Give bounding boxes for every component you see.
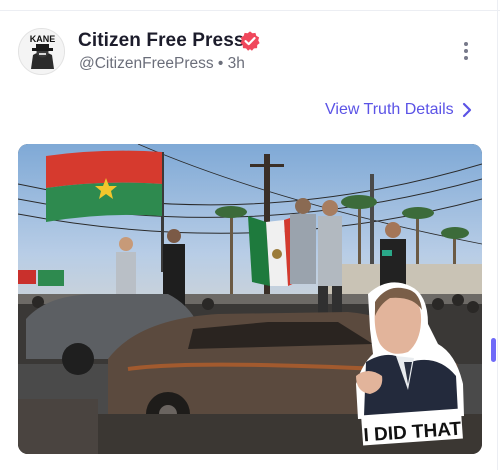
avatar[interactable]: KANE	[18, 28, 65, 75]
top-divider	[0, 10, 500, 11]
author-handle[interactable]: @CitizenFreePress	[79, 55, 214, 72]
avatar-image: KANE	[19, 29, 64, 74]
post-image[interactable]: I DID THAT	[18, 144, 482, 454]
scrollbar-thumb[interactable]	[491, 338, 496, 362]
post-time[interactable]: 3h	[228, 55, 245, 72]
verified-badge-icon	[240, 31, 260, 51]
meta-separator: •	[217, 55, 224, 72]
post-photo: I DID THAT	[18, 144, 482, 454]
avatar-text: KANE	[30, 34, 56, 44]
more-options-icon[interactable]	[458, 40, 474, 64]
right-border	[497, 0, 498, 470]
author-display-name[interactable]: Citizen Free Press	[78, 30, 245, 52]
author-meta: @CitizenFreePress • 3h	[79, 55, 245, 73]
view-truth-details-link[interactable]: View Truth Details	[325, 101, 454, 119]
chevron-right-icon[interactable]	[460, 102, 474, 118]
